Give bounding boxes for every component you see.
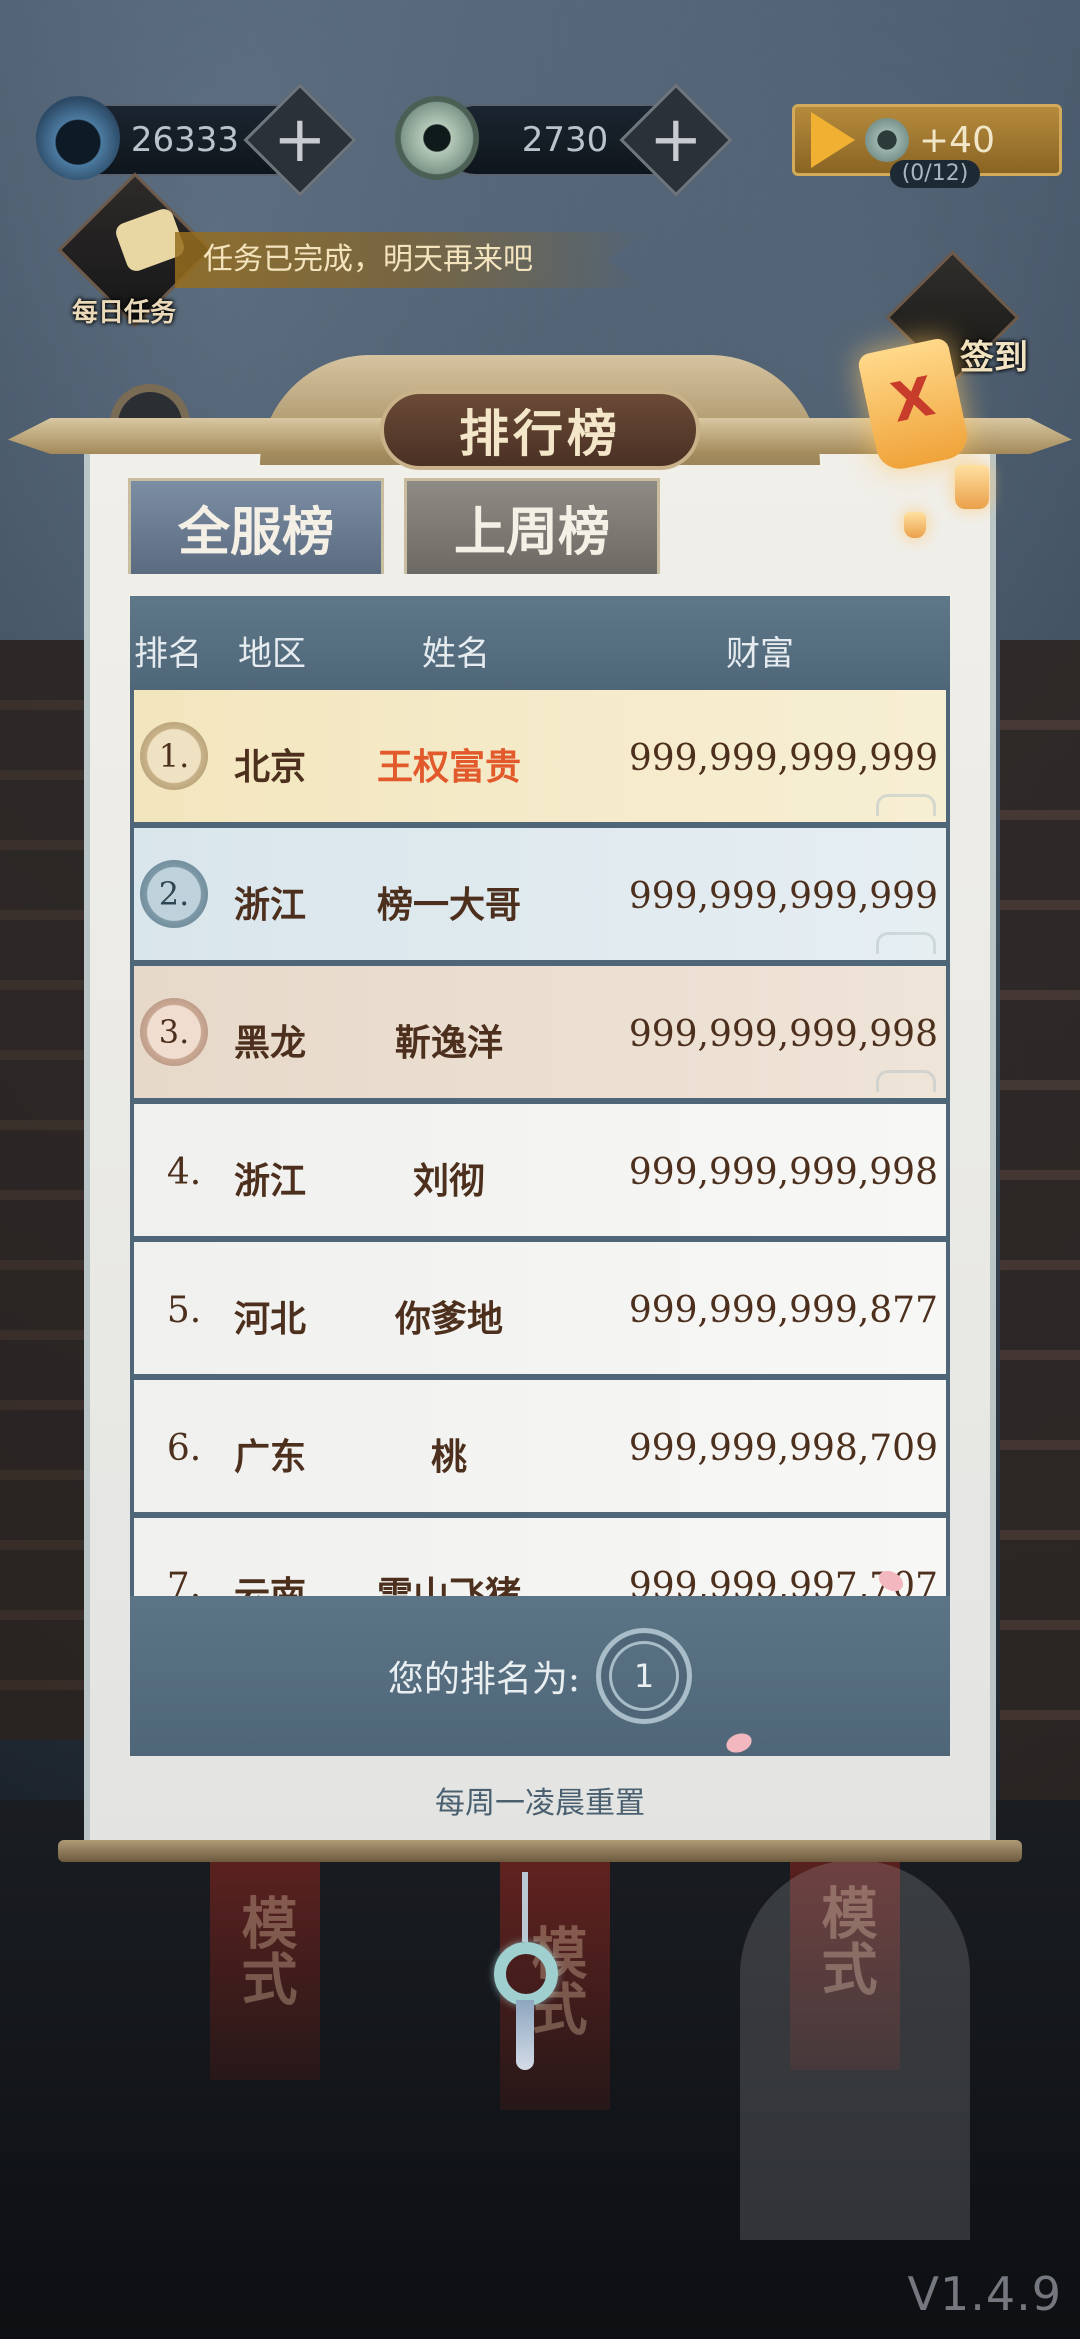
cloud-ornament-icon	[876, 1070, 936, 1092]
row-name: 雪山飞猪	[376, 1574, 521, 1596]
my-rank-badge: 1	[596, 1628, 693, 1724]
water-drop-icon	[36, 96, 120, 180]
lantern-icon	[955, 465, 989, 509]
tab-all-server[interactable]: 全服榜	[128, 478, 384, 574]
my-rank-footer: 您的排名为: 1	[130, 1596, 950, 1756]
background-gate	[740, 1860, 970, 2240]
row-rank: 6.	[166, 1428, 202, 1469]
row-wealth: 999,999,999,998	[628, 1152, 938, 1193]
cloud-ornament-icon	[876, 794, 936, 816]
silver-medal-icon: 2.	[140, 860, 208, 928]
jade-pendant-icon	[494, 1942, 558, 2006]
resource2-value: 2730	[521, 120, 609, 160]
row-region: 河北	[234, 1298, 307, 1340]
column-rank: 排名	[134, 634, 202, 674]
tassel-icon	[516, 2000, 534, 2070]
bronze-medal-icon: 3.	[140, 998, 208, 1066]
row-wealth: 999,999,999,998	[628, 1014, 938, 1055]
signin-label: 签到	[960, 338, 1028, 378]
scroll-bottom-rod	[58, 1840, 1022, 1862]
row-name: 王权富贵	[376, 746, 521, 788]
row-wealth: 999,999,999,999	[628, 738, 938, 779]
table-row: 1. 北京 王权富贵 999,999,999,999	[134, 690, 946, 822]
row-wealth: 999,999,999,999	[628, 876, 938, 917]
version-label: V1.4.9	[907, 2267, 1062, 2321]
background-building-left	[0, 640, 90, 1740]
my-rank-label: 您的排名为:	[387, 1659, 581, 1700]
row-name: 靳逸洋	[394, 1022, 503, 1064]
row-name: 榜一大哥	[376, 884, 521, 926]
ranking-list[interactable]: 1. 北京 王权富贵 999,999,999,999 2. 浙江 榜一大哥 99…	[134, 690, 946, 1596]
column-region: 地区	[238, 634, 306, 674]
row-region: 北京	[234, 746, 307, 788]
tab-last-week[interactable]: 上周榜	[404, 478, 660, 574]
gold-medal-icon: 1.	[140, 722, 208, 790]
row-region: 浙江	[234, 884, 307, 926]
ranking-table: 排名 地区 姓名 财富 1. 北京 王权富贵 999,999,999,999 2…	[130, 596, 950, 1756]
row-region: 云南	[234, 1574, 307, 1596]
lantern-icon	[904, 512, 926, 538]
row-name: 刘彻	[412, 1160, 485, 1202]
table-row: 4. 浙江 刘彻 999,999,999,998	[134, 1104, 946, 1236]
row-region: 浙江	[234, 1160, 307, 1202]
table-row: 5. 河北 你爹地 999,999,999,877	[134, 1242, 946, 1374]
jade-coin-icon	[395, 96, 479, 180]
cloud-ornament-icon	[876, 932, 936, 954]
column-name: 姓名	[422, 634, 490, 674]
table-row: 6. 广东 桃 999,999,998,709	[134, 1380, 946, 1512]
weekly-reset-note: 每周一凌晨重置	[435, 1786, 645, 1821]
table-header: 排名 地区 姓名 财富	[130, 596, 950, 690]
play-icon	[811, 112, 855, 168]
jade-coin-icon	[865, 118, 909, 162]
table-row: 7. 云南 雪山飞猪 999,999,997,707	[134, 1518, 946, 1596]
row-wealth: 999,999,998,709	[628, 1428, 938, 1469]
row-name: 桃	[430, 1436, 467, 1478]
video-reward-progress: (0/12)	[890, 160, 980, 188]
task-complete-banner: 任务已完成，明天再来吧	[175, 232, 645, 288]
table-row: 3. 黑龙 靳逸洋 999,999,999,998	[134, 966, 946, 1098]
row-rank: 4.	[166, 1152, 202, 1193]
column-wealth: 财富	[726, 634, 794, 674]
row-rank: 7.	[166, 1566, 202, 1596]
resource1-value: 26333	[130, 120, 240, 160]
leaderboard-title: 排行榜	[380, 390, 700, 470]
row-wealth: 999,999,999,877	[628, 1290, 938, 1331]
daily-task-label: 每日任务	[72, 298, 177, 328]
background-building-right	[1000, 640, 1080, 1840]
table-row: 2. 浙江 榜一大哥 999,999,999,999	[134, 828, 946, 960]
row-region: 黑龙	[234, 1022, 307, 1064]
row-name: 你爹地	[394, 1298, 503, 1340]
row-rank: 5.	[166, 1290, 202, 1331]
row-region: 广东	[234, 1436, 307, 1478]
video-reward-amount: +40	[919, 119, 995, 161]
